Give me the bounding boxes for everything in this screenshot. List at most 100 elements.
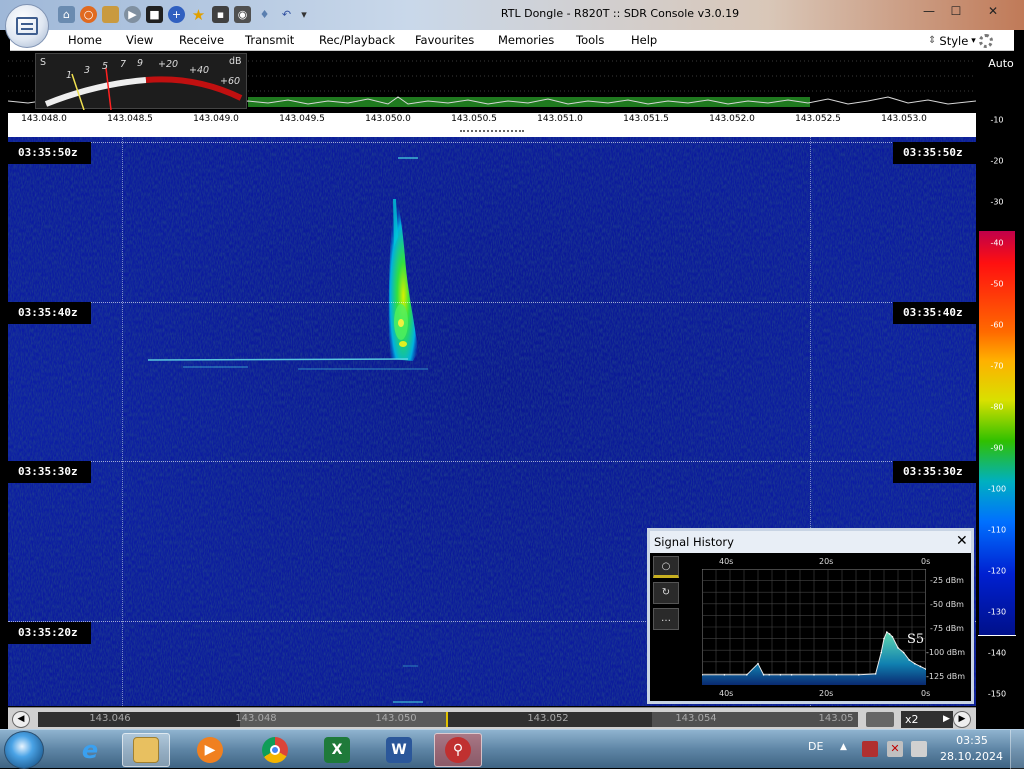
db-tick: +60 <box>220 76 241 87</box>
db-tick: +20 <box>158 59 179 70</box>
excel-button[interactable]: X <box>313 733 361 767</box>
show-desktop-button[interactable] <box>1010 730 1024 769</box>
db-label: -50 <box>990 279 1004 289</box>
minimize-button[interactable]: — <box>918 3 940 19</box>
db-label: -90 <box>990 443 1004 453</box>
navigator-frequency: 143.050 <box>375 713 417 724</box>
scroll-right-button[interactable]: ▶ <box>953 711 971 728</box>
navigator-frequency: 143.052 <box>527 713 569 724</box>
frequency-label: 143.052.0 <box>709 114 755 124</box>
level-axis-label: -25 dBm <box>930 576 964 585</box>
spectrum-display[interactable]: S dB 1 3 5 7 9 +20 +40 +60 <box>8 51 976 113</box>
time-axis-label: 20s <box>819 689 834 698</box>
reset-button[interactable]: ↻ <box>653 582 679 604</box>
clock-date[interactable]: 28.10.2024 <box>940 750 1003 763</box>
gear-icon[interactable] <box>978 33 993 48</box>
app-logo-icon <box>16 17 38 35</box>
navigator-scale[interactable]: 143.046 143.048 143.050 143.052 143.054 … <box>38 712 858 727</box>
window-titlebar: ⌂ ○ ▶ ■ + ★ ▪ ◉ ♦ ↶ ▾ RTL Dongle - R820T… <box>0 0 1024 30</box>
menu-favourites[interactable]: Favourites <box>415 33 474 47</box>
tray-app-icon[interactable] <box>862 741 878 757</box>
signal-history-close-button[interactable]: ✕ <box>956 533 968 549</box>
signal-point <box>908 659 910 661</box>
signal-point <box>883 637 885 640</box>
signal-point <box>888 633 891 635</box>
menu-receive[interactable]: Receive <box>179 33 224 47</box>
volume-icon[interactable] <box>911 741 927 757</box>
lifebuoy-icon[interactable]: ○ <box>80 6 97 23</box>
menu-rec-playback[interactable]: Rec/Playback <box>319 33 395 47</box>
s-meter-peak-needle <box>105 67 112 110</box>
file-explorer-button[interactable] <box>122 733 170 767</box>
time-axis-label: 0s <box>921 689 931 698</box>
word-button[interactable]: W <box>375 733 423 767</box>
level-axis-label: -125 dBm <box>926 672 966 681</box>
record-toggle-button[interactable]: ○ <box>653 556 679 578</box>
db-scale[interactable]: Auto -10 -20 -30 -40 -50 -60 -70 -80 -90… <box>978 51 1024 706</box>
star-icon[interactable]: ★ <box>190 6 207 24</box>
frequency-scale[interactable]: 143.048.0 143.048.5 143.049.0 143.049.5 … <box>8 113 976 127</box>
frequency-label: 143.048.5 <box>107 114 153 124</box>
folder-icon[interactable] <box>102 6 119 23</box>
add-icon[interactable]: + <box>168 6 185 23</box>
maximize-button[interactable]: ☐ <box>945 3 967 19</box>
keyboard-icon[interactable] <box>866 712 894 727</box>
splitter-grip[interactable] <box>460 130 524 133</box>
menu-help[interactable]: Help <box>631 33 657 47</box>
signal-point <box>886 631 888 633</box>
stop-icon[interactable]: ■ <box>146 6 163 23</box>
start-button[interactable] <box>4 731 44 769</box>
zoom-selector[interactable]: x2 ▶ <box>901 711 953 728</box>
style-menu[interactable]: ⇕ Style ▾ <box>928 30 1014 51</box>
menu-view[interactable]: View <box>126 33 153 47</box>
menu-home[interactable]: Home <box>68 33 102 47</box>
auto-scale-button[interactable]: Auto <box>978 57 1024 70</box>
frequency-label: 143.050.0 <box>365 114 411 124</box>
scroll-left-button[interactable]: ◀ <box>12 711 30 728</box>
menu-tools[interactable]: Tools <box>576 33 604 47</box>
pane-splitter[interactable] <box>8 127 976 137</box>
chrome-icon <box>262 737 288 763</box>
zoom-value: x2 <box>905 713 919 726</box>
time-axis-label: 40s <box>719 689 734 698</box>
drop-icon[interactable]: ♦ <box>256 6 273 23</box>
signal-history-titlebar[interactable]: Signal History ✕ <box>650 531 971 553</box>
dropdown-icon[interactable]: ▾ <box>300 6 308 23</box>
signal-point <box>919 665 922 668</box>
language-indicator[interactable]: DE <box>808 740 823 753</box>
filter-passband <box>248 97 810 107</box>
frequency-label: 143.050.5 <box>451 114 497 124</box>
sdr-console-button[interactable]: ⚲ <box>434 733 482 767</box>
grid-line <box>8 461 976 462</box>
play-icon[interactable]: ▶ <box>124 6 141 23</box>
grid-line <box>8 302 976 303</box>
s-reading: S5 <box>907 632 925 647</box>
frequency-label: 143.049.0 <box>193 114 239 124</box>
grid-line <box>8 142 976 143</box>
frequency-label: 143.048.0 <box>21 114 67 124</box>
clock-time[interactable]: 03:35 <box>952 734 992 747</box>
signal-history-panel[interactable]: Signal History ✕ ○ ↻ … 40s 20s 0s 40s 20… <box>647 528 974 704</box>
chrome-button[interactable] <box>251 733 299 767</box>
signal-point <box>813 673 815 676</box>
app-menu-button[interactable] <box>5 4 49 48</box>
undo-icon[interactable]: ↶ <box>278 6 295 23</box>
media-player-icon: ▶ <box>197 737 223 763</box>
signal-history-title: Signal History <box>654 535 734 549</box>
camera-icon[interactable]: ◉ <box>234 6 251 23</box>
lock-icon[interactable]: ▪ <box>212 6 229 23</box>
style-arrows-icon: ⇕ <box>928 35 937 46</box>
close-button[interactable]: ✕ <box>982 3 1004 19</box>
media-player-button[interactable]: ▶ <box>186 733 234 767</box>
internet-explorer-button[interactable]: e <box>66 733 114 767</box>
more-options-button[interactable]: … <box>653 608 679 630</box>
home-icon[interactable]: ⌂ <box>58 6 75 23</box>
network-icon[interactable]: ✕ <box>887 741 903 757</box>
s-meter: S dB 1 3 5 7 9 +20 +40 +60 <box>35 53 247 110</box>
menu-transmit[interactable]: Transmit <box>245 33 294 47</box>
s-tick: 9 <box>137 58 144 69</box>
windows-taskbar: e ▶ X W ⚲ DE ▲ ✕ 03:35 28.10.2024 <box>0 729 1024 769</box>
menu-memories[interactable]: Memories <box>498 33 554 47</box>
show-hidden-icons-button[interactable]: ▲ <box>840 742 847 752</box>
db-label: -120 <box>987 566 1007 576</box>
